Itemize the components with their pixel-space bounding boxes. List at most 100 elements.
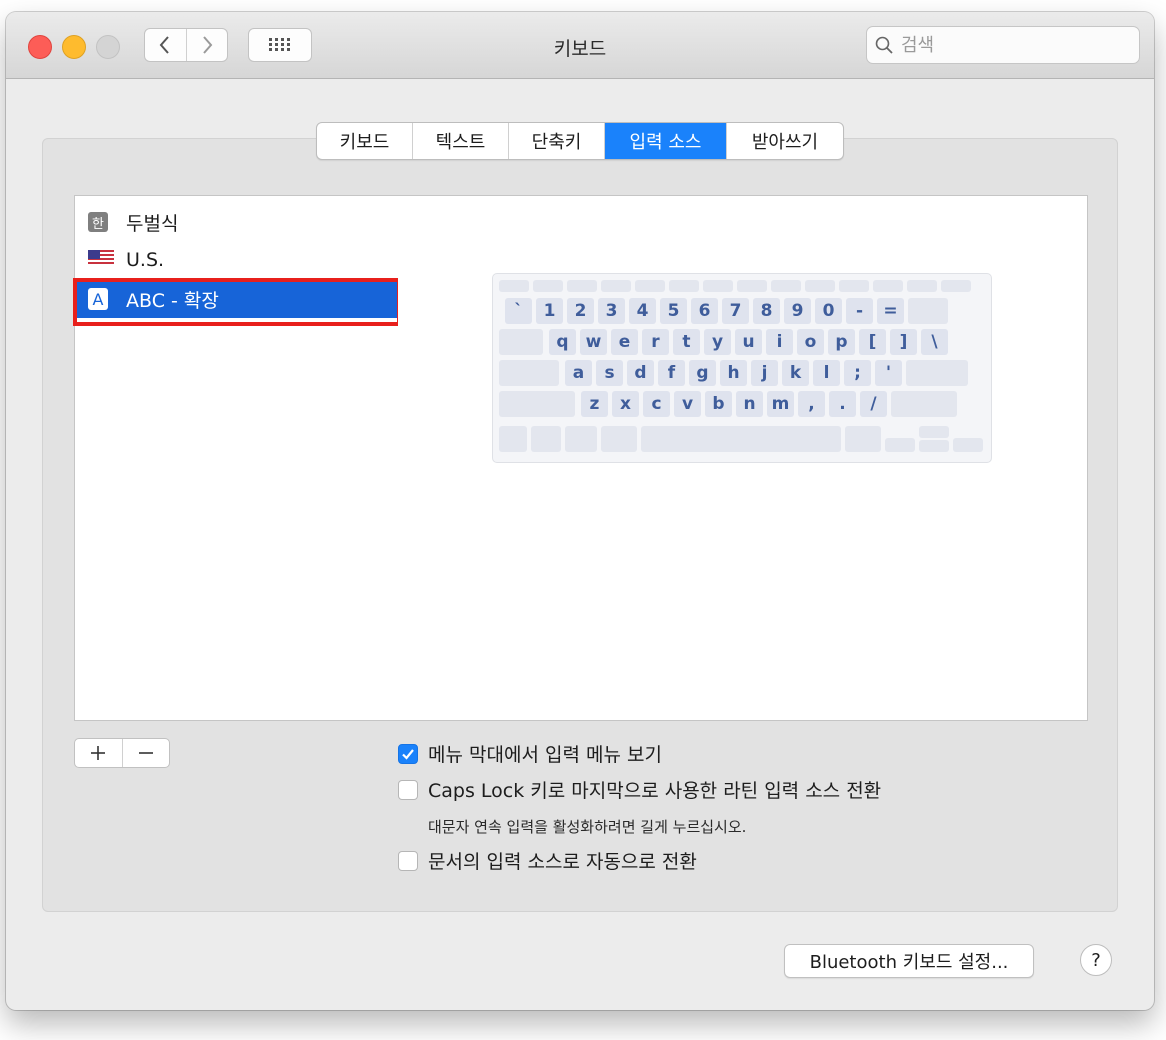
keyboard-blank-key bbox=[908, 298, 948, 324]
keyboard-blank-key bbox=[499, 329, 543, 355]
keyboard-key: 9 bbox=[784, 298, 811, 324]
keyboard-key: , bbox=[798, 391, 825, 417]
keyboard-blank-key bbox=[805, 280, 835, 292]
caps-lock-note: 대문자 연속 입력을 활성화하려면 길게 누르십시오. bbox=[428, 818, 747, 836]
search-field[interactable] bbox=[866, 26, 1140, 64]
keyboard-key: / bbox=[860, 391, 887, 417]
keyboard-blank-key bbox=[499, 391, 575, 417]
list-item-us[interactable]: U.S. bbox=[75, 241, 398, 279]
keyboard-key: p bbox=[828, 329, 855, 355]
keyboard-blank-key bbox=[635, 280, 665, 292]
keyboard-key: ; bbox=[844, 360, 871, 386]
show-input-menu-label: 메뉴 막대에서 입력 메뉴 보기 bbox=[428, 744, 662, 766]
keyboard-key: e bbox=[611, 329, 638, 355]
keyboard-key: l bbox=[813, 360, 840, 386]
us-flag-icon bbox=[88, 249, 114, 271]
auto-switch-label: 문서의 입력 소스로 자동으로 전환 bbox=[428, 851, 697, 873]
title-bar: 키보드 bbox=[6, 12, 1154, 79]
keyboard-blank-key bbox=[669, 280, 699, 292]
keyboard-key: - bbox=[846, 298, 873, 324]
remove-input-source-button[interactable] bbox=[121, 739, 170, 767]
keyboard-key: a bbox=[565, 360, 592, 386]
keyboard-layout-preview: ` 1 2 3 4 5 6 7 8 9 0- = q w e r t y u i o p[] \ a s d f g h j k l; ' z x c… bbox=[492, 273, 992, 463]
tab-text[interactable]: 텍스트 bbox=[412, 123, 508, 159]
keyboard-blank-key bbox=[919, 440, 949, 452]
keyboard-key: j bbox=[751, 360, 778, 386]
keyboard-key: 4 bbox=[629, 298, 656, 324]
add-input-source-button[interactable] bbox=[75, 739, 122, 767]
keyboard-key: ` bbox=[505, 298, 532, 324]
keyboard-blank-key bbox=[906, 360, 968, 386]
minus-icon bbox=[138, 752, 153, 754]
keyboard-key: \ bbox=[921, 329, 948, 355]
keyboard-key: i bbox=[766, 329, 793, 355]
keyboard-blank-key bbox=[601, 426, 637, 452]
tab-shortcuts[interactable]: 단축키 bbox=[508, 123, 604, 159]
keyboard-key: z bbox=[581, 391, 608, 417]
tab-keyboard[interactable]: 키보드 bbox=[317, 123, 412, 159]
keyboard-blank-key bbox=[941, 280, 971, 292]
keyboard-blank-key bbox=[919, 426, 949, 438]
auto-switch-checkbox[interactable] bbox=[398, 851, 418, 871]
keyboard-key: 7 bbox=[722, 298, 749, 324]
search-input[interactable] bbox=[899, 33, 1103, 57]
tab-dictation[interactable]: 받아쓰기 bbox=[726, 123, 843, 159]
keyboard-key: 5 bbox=[660, 298, 687, 324]
caps-lock-switch-label: Caps Lock 키로 마지막으로 사용한 라틴 입력 소스 전환 bbox=[428, 780, 882, 802]
keyboard-key: n bbox=[736, 391, 763, 417]
keyboard-blank-key bbox=[771, 280, 801, 292]
keyboard-key: q bbox=[549, 329, 576, 355]
keyboard-key: 3 bbox=[598, 298, 625, 324]
keyboard-key: . bbox=[829, 391, 856, 417]
keyboard-blank-key bbox=[565, 426, 597, 452]
keyboard-key: v bbox=[674, 391, 701, 417]
show-input-menu-checkbox[interactable] bbox=[398, 744, 418, 764]
keyboard-key: y bbox=[704, 329, 731, 355]
hangul-icon: 한 bbox=[88, 212, 108, 232]
keyboard-key: k bbox=[782, 360, 809, 386]
caps-lock-switch-checkbox[interactable] bbox=[398, 780, 418, 800]
keyboard-key: s bbox=[596, 360, 623, 386]
keyboard-key: m bbox=[767, 391, 794, 417]
keyboard-key: b bbox=[705, 391, 732, 417]
list-item-abc-extended[interactable]: A ABC - 확장 bbox=[75, 280, 398, 318]
keyboard-blank-key bbox=[499, 426, 527, 452]
keyboard-key: r bbox=[642, 329, 669, 355]
keyboard-blank-key bbox=[531, 426, 561, 452]
keyboard-key: c bbox=[643, 391, 670, 417]
list-item-label: 두벌식 bbox=[126, 212, 179, 235]
keyboard-blank-key bbox=[703, 280, 733, 292]
keyboard-blank-key bbox=[499, 360, 559, 386]
search-icon bbox=[875, 36, 893, 54]
keyboard-blank-key bbox=[499, 280, 529, 292]
list-item-dubeolsik[interactable]: 한 두벌식 bbox=[75, 203, 398, 241]
keyboard-key: 2 bbox=[567, 298, 594, 324]
keyboard-key: 1 bbox=[536, 298, 563, 324]
bluetooth-keyboard-setup-button[interactable]: Bluetooth 키보드 설정... bbox=[784, 944, 1034, 978]
keyboard-key: ] bbox=[890, 329, 917, 355]
keyboard-key: f bbox=[658, 360, 685, 386]
keyboard-blank-key bbox=[885, 438, 915, 452]
help-button[interactable]: ? bbox=[1080, 944, 1112, 976]
keyboard-blank-key bbox=[641, 426, 841, 452]
keyboard-key: 6 bbox=[691, 298, 718, 324]
add-remove-control bbox=[74, 738, 170, 768]
keyboard-key: d bbox=[627, 360, 654, 386]
keyboard-blank-key bbox=[601, 280, 631, 292]
checkmark-icon bbox=[402, 749, 414, 760]
list-item-label: U.S. bbox=[126, 249, 165, 271]
keyboard-blank-key bbox=[953, 438, 983, 452]
keyboard-blank-key bbox=[845, 426, 881, 452]
keyboard-key: w bbox=[580, 329, 607, 355]
keyboard-blank-key bbox=[839, 280, 869, 292]
keyboard-blank-key bbox=[891, 391, 957, 417]
keyboard-key: u bbox=[735, 329, 762, 355]
keyboard-key: o bbox=[797, 329, 824, 355]
keyboard-key: x bbox=[612, 391, 639, 417]
tab-input-sources[interactable]: 입력 소스 bbox=[604, 123, 726, 159]
keyboard-key: g bbox=[689, 360, 716, 386]
keyboard-preferences-window: 키보드 키보드 텍스트 단축키 입력 소스 받아쓰기 한 두벌식 bbox=[6, 12, 1154, 1010]
keyboard-key: t bbox=[673, 329, 700, 355]
keyboard-key: = bbox=[877, 298, 904, 324]
keyboard-key: 8 bbox=[753, 298, 780, 324]
